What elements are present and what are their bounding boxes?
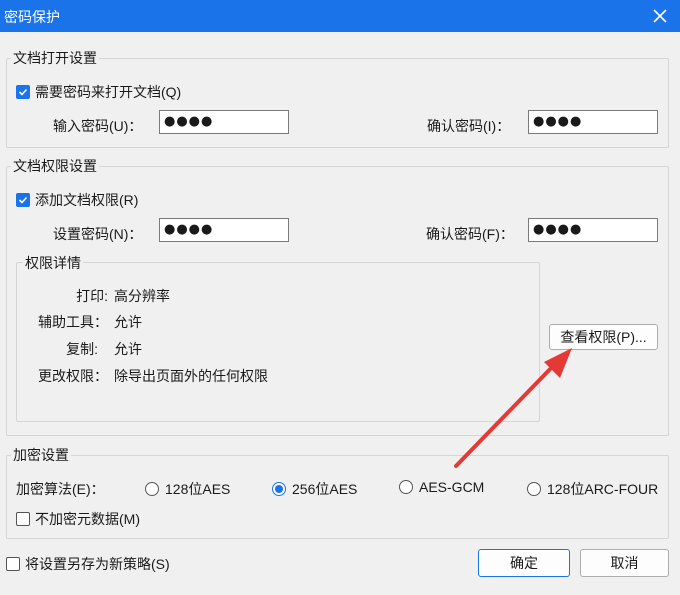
permission-details-title: 权限详情 <box>23 253 83 273</box>
confirm-open-password-field[interactable]: ●●●● <box>528 110 658 134</box>
radio-aes128-label: 128位AES <box>165 481 231 497</box>
open-settings-title: 文档打开设置 <box>11 48 99 68</box>
add-permission-label: 添加文档权限(R) <box>35 192 139 208</box>
permission-key-print: 打印: <box>76 288 108 304</box>
permission-value-print: 高分辨率 <box>114 288 170 304</box>
permission-key-copy: 复制: <box>66 341 98 357</box>
radio-dot[interactable] <box>399 480 413 494</box>
permission-settings-title: 文档权限设置 <box>11 156 99 176</box>
no-metadata-label: 不加密元数据(M) <box>35 511 140 527</box>
add-permission-checkbox[interactable]: 添加文档权限(R) <box>16 190 138 210</box>
radio-aes256-label: 256位AES <box>292 481 358 497</box>
require-password-checkbox[interactable]: 需要密码来打开文档(Q) <box>16 82 181 102</box>
save-policy-checkbox[interactable]: 将设置另存为新策略(S) <box>6 554 170 574</box>
window-title: 密码保护 <box>4 9 60 25</box>
set-password-label: 设置密码(N)： <box>53 226 143 242</box>
radio-dot-selected[interactable] <box>272 482 286 496</box>
encryption-title: 加密设置 <box>11 445 71 465</box>
radio-arc-four-label: 128位ARC-FOUR <box>547 481 659 497</box>
save-policy-label: 将设置另存为新策略(S) <box>25 556 170 572</box>
set-password-field[interactable]: ●●●● <box>159 218 289 242</box>
permission-key-accessibility: 辅助工具： <box>38 314 108 330</box>
radio-dot[interactable] <box>527 482 541 496</box>
checkbox-box[interactable] <box>6 557 20 571</box>
permission-key-change: 更改权限： <box>38 368 108 384</box>
ok-button[interactable]: 确定 <box>478 549 570 577</box>
title-bar: 密码保护 <box>0 0 680 32</box>
radio-aes128[interactable]: 128位AES <box>145 479 230 499</box>
radio-arc-four[interactable]: 128位ARC-FOUR <box>527 479 658 499</box>
checkbox-box[interactable] <box>16 193 30 207</box>
confirm-permission-password-label: 确认密码(F)： <box>426 226 514 242</box>
algorithm-label: 加密算法(E)： <box>16 481 105 497</box>
permission-value-accessibility: 允许 <box>114 314 142 330</box>
radio-aes256[interactable]: 256位AES <box>272 479 357 499</box>
radio-aes-gcm[interactable]: AES-GCM <box>399 479 484 495</box>
confirm-open-password-label: 确认密码(I)： <box>427 118 511 134</box>
radio-aes-gcm-label: AES-GCM <box>419 479 485 495</box>
cancel-button[interactable]: 取消 <box>580 549 669 577</box>
no-metadata-checkbox[interactable]: 不加密元数据(M) <box>16 509 140 529</box>
checkmark-icon <box>18 196 28 204</box>
permission-value-change: 除导出页面外的任何权限 <box>114 368 268 384</box>
checkbox-box[interactable] <box>16 85 30 99</box>
permission-value-copy: 允许 <box>114 341 142 357</box>
checkmark-icon <box>18 88 28 96</box>
close-icon[interactable] <box>648 4 672 28</box>
input-password-label: 输入密码(U)： <box>53 118 143 134</box>
radio-dot[interactable] <box>145 482 159 496</box>
input-password-field[interactable]: ●●●● <box>159 110 289 134</box>
view-permissions-button[interactable]: 查看权限(P)... <box>549 324 658 350</box>
confirm-permission-password-field[interactable]: ●●●● <box>528 218 658 242</box>
require-password-label: 需要密码来打开文档(Q) <box>35 84 182 100</box>
checkbox-box[interactable] <box>16 512 30 526</box>
